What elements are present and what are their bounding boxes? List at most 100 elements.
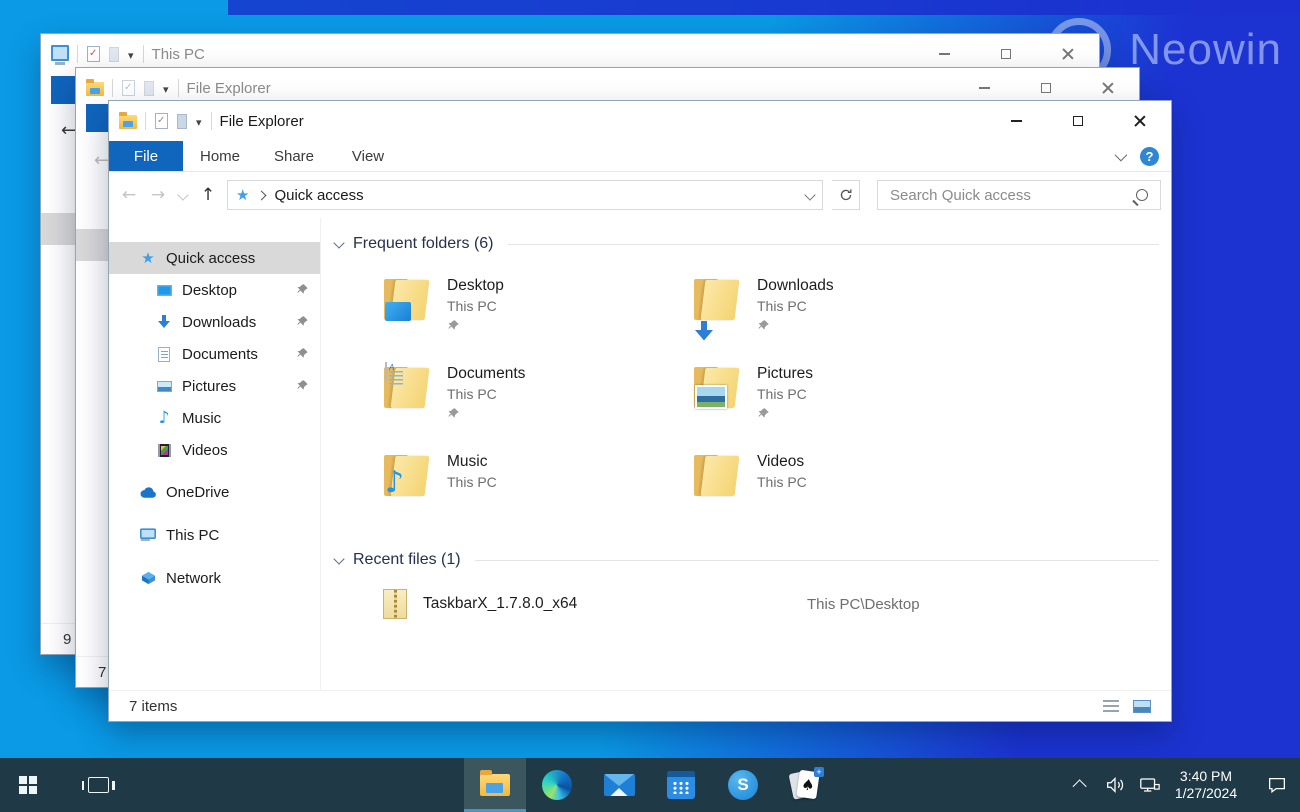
frequent-folders-title: Frequent folders (6) xyxy=(353,235,494,253)
sidebar-item-pictures[interactable]: Pictures xyxy=(109,370,320,402)
collapse-chevron-icon[interactable] xyxy=(333,553,344,564)
customize-toolbar-caret-icon[interactable] xyxy=(196,113,202,130)
folder-tile-music[interactable]: ♪ Music This PC xyxy=(383,451,693,523)
folder-location: This PC xyxy=(447,384,525,404)
volume-button[interactable] xyxy=(1100,758,1130,812)
back-arrow-icon[interactable]: ← xyxy=(94,150,109,171)
taskbar-clock[interactable]: 3:40 PM 1/27/2024 xyxy=(1168,768,1244,802)
music-note-icon: ♪ xyxy=(385,469,404,497)
breadcrumb-chevron-icon[interactable] xyxy=(257,190,267,200)
frequent-folders-header[interactable]: Frequent folders (6) xyxy=(321,235,1171,253)
forward-arrow-icon[interactable]: → xyxy=(148,185,168,205)
customize-toolbar-caret-icon[interactable] xyxy=(128,46,134,63)
folder-name: Pictures xyxy=(757,363,813,384)
picture-icon xyxy=(155,378,173,394)
clock-time: 3:40 PM xyxy=(1168,768,1244,785)
recent-file-location: This PC\Desktop xyxy=(807,596,920,613)
music-note-icon xyxy=(155,410,173,426)
tab-home[interactable]: Home xyxy=(183,141,257,171)
sidebar-item-downloads[interactable]: Downloads xyxy=(109,306,320,338)
properties-check-icon[interactable] xyxy=(87,46,100,62)
pin-icon xyxy=(296,283,310,297)
titlebar[interactable]: File Explorer xyxy=(109,101,1171,141)
properties-check-icon[interactable] xyxy=(122,80,135,96)
sidebar-item-this-pc[interactable]: This PC xyxy=(109,519,320,551)
network-button[interactable] xyxy=(1134,758,1164,812)
folder-tile-videos[interactable]: Videos This PC xyxy=(693,451,1003,523)
tab-view[interactable]: View xyxy=(331,141,405,171)
mail-icon xyxy=(604,774,635,796)
recent-file-row[interactable]: TaskbarX_1.7.8.0_x64 This PC\Desktop xyxy=(383,589,1171,619)
windows-logo-icon xyxy=(19,776,37,794)
minimize-button[interactable] xyxy=(985,101,1047,141)
divider xyxy=(77,45,78,63)
sidebar-item-onedrive[interactable]: OneDrive xyxy=(109,476,320,508)
back-arrow-icon[interactable]: ← xyxy=(61,120,76,141)
folder-tile-desktop[interactable]: Desktop This PC xyxy=(383,275,693,347)
network-icon xyxy=(139,570,157,586)
help-icon[interactable] xyxy=(1140,147,1159,166)
expand-ribbon-chevron-icon[interactable] xyxy=(1115,148,1128,161)
recent-locations-chevron-icon[interactable] xyxy=(177,189,188,200)
divider xyxy=(143,45,144,63)
folder-tile-pictures[interactable]: Pictures This PC xyxy=(693,363,1003,435)
customize-toolbar-caret-icon[interactable] xyxy=(163,80,169,97)
up-arrow-icon[interactable]: ↑ xyxy=(198,185,218,205)
folder-tile-documents[interactable]: Documents This PC xyxy=(383,363,693,435)
breadcrumb-location[interactable]: Quick access xyxy=(274,187,363,204)
recent-files-header[interactable]: Recent files (1) xyxy=(321,551,1171,569)
search-box[interactable] xyxy=(877,180,1161,210)
status-items-count: 9 xyxy=(63,631,71,648)
refresh-button[interactable] xyxy=(832,180,860,210)
taskbar-app-skype[interactable] xyxy=(712,758,774,812)
start-button[interactable] xyxy=(4,758,52,812)
sidebar-item-music[interactable]: Music xyxy=(109,402,320,434)
maximize-button[interactable] xyxy=(1047,101,1109,141)
folder-name: Music xyxy=(447,451,497,472)
sidebar-item-documents[interactable]: Documents xyxy=(109,338,320,370)
tab-file[interactable]: File xyxy=(109,141,183,171)
divider xyxy=(178,79,179,97)
folder-icon xyxy=(693,275,740,321)
new-folder-icon[interactable] xyxy=(177,114,187,129)
window-title: File Explorer xyxy=(187,80,271,97)
clock-date: 1/27/2024 xyxy=(1168,785,1244,802)
volume-icon xyxy=(1104,774,1126,796)
sidebar-item-videos[interactable]: Videos xyxy=(109,434,320,466)
search-magnifier-icon[interactable] xyxy=(1136,189,1148,201)
quick-access-toolbar xyxy=(77,45,144,63)
new-folder-icon[interactable] xyxy=(144,81,154,96)
taskbar-app-file-explorer[interactable] xyxy=(464,758,526,812)
details-view-icon[interactable] xyxy=(1103,700,1119,713)
sidebar-item-label: OneDrive xyxy=(166,484,229,501)
properties-check-icon[interactable] xyxy=(155,113,168,129)
action-center-button[interactable] xyxy=(1262,758,1292,812)
quick-access-star-icon xyxy=(236,186,249,204)
sidebar-item-network[interactable]: Network xyxy=(109,562,320,594)
tab-share[interactable]: Share xyxy=(257,141,331,171)
taskbar-app-edge[interactable] xyxy=(526,758,588,812)
address-bar[interactable]: Quick access xyxy=(227,180,823,210)
hidden-icons-button[interactable] xyxy=(1066,758,1096,812)
recent-files-title: Recent files (1) xyxy=(353,551,461,569)
taskbar-app-calendar[interactable] xyxy=(650,758,712,812)
thumbnail-view-icon[interactable] xyxy=(1133,700,1151,713)
pin-icon xyxy=(757,319,771,333)
folder-tile-downloads[interactable]: Downloads This PC xyxy=(693,275,1003,347)
close-button[interactable] xyxy=(1109,101,1171,141)
film-icon xyxy=(155,442,173,458)
divider xyxy=(475,560,1159,561)
task-view-button[interactable] xyxy=(74,758,122,812)
skype-icon xyxy=(728,770,758,800)
search-input[interactable] xyxy=(888,186,1136,205)
sidebar-item-desktop[interactable]: Desktop xyxy=(109,274,320,306)
sidebar-item-label: Desktop xyxy=(182,282,237,299)
back-arrow-icon[interactable]: ← xyxy=(119,185,139,205)
collapse-chevron-icon[interactable] xyxy=(333,237,344,248)
taskbar-app-solitaire[interactable] xyxy=(774,758,836,812)
new-folder-icon[interactable] xyxy=(109,47,119,62)
sidebar-item-quick-access[interactable]: Quick access xyxy=(109,242,320,274)
taskbar-app-mail[interactable] xyxy=(588,758,650,812)
window-file-explorer[interactable]: File Explorer File Home Share View ← → ↑ xyxy=(108,100,1172,722)
address-dropdown-chevron-icon[interactable] xyxy=(804,189,815,200)
